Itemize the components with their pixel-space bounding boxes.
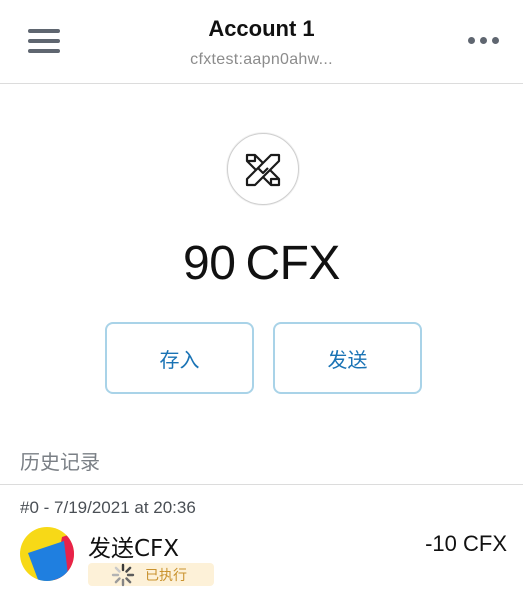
- transaction-amount: -10 CFX: [425, 531, 507, 556]
- account-address[interactable]: cfxtest:aapn0ahw...: [0, 51, 523, 69]
- app-header: Account 1 cfxtest:aapn0ahw...: [0, 0, 523, 84]
- account-avatar: [20, 527, 74, 581]
- status-badge: 已执行: [88, 563, 214, 586]
- status-label: 已执行: [145, 567, 187, 584]
- balance-unit: CFX: [245, 237, 340, 290]
- transaction-row[interactable]: #0 - 7/19/2021 at 20:36 发送CFX -10 CFX 已执…: [0, 485, 523, 592]
- deposit-button[interactable]: 存入: [105, 322, 254, 394]
- account-name[interactable]: Account 1: [0, 16, 523, 42]
- more-horizontal-icon[interactable]: [466, 36, 500, 46]
- balance-display: 90 CFX: [0, 236, 523, 291]
- transaction-title: 发送CFX: [88, 536, 180, 562]
- history-heading: 历史记录: [20, 450, 100, 474]
- loading-spinner-icon: [111, 563, 135, 586]
- send-button[interactable]: 发送: [273, 322, 422, 394]
- transaction-meta: #0 - 7/19/2021 at 20:36: [20, 498, 196, 517]
- conflux-logo-icon: [227, 133, 299, 205]
- balance-amount: 90: [183, 237, 236, 290]
